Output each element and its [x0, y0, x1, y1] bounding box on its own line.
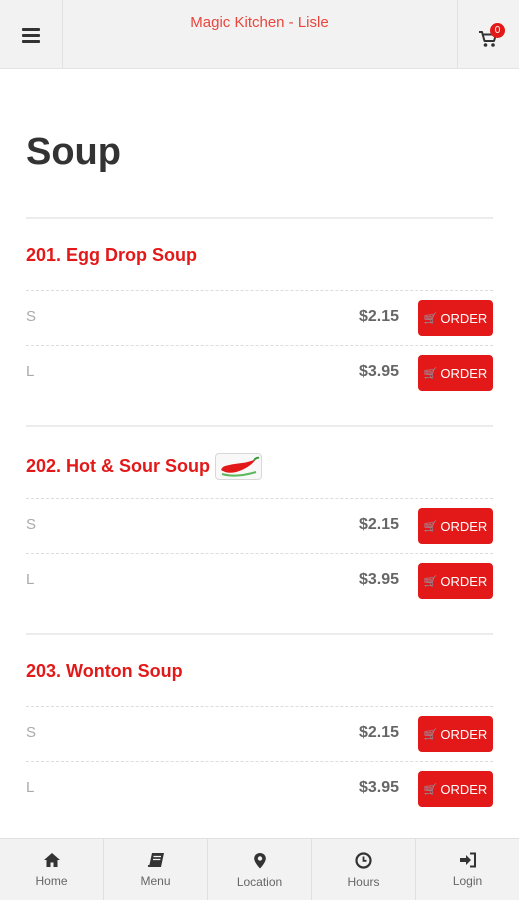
cart-plus-icon: 🛒 [423, 312, 438, 325]
clock-icon [355, 852, 372, 869]
cart-count-badge: 0 [490, 23, 505, 38]
price-row: L $3.95 🛒 ORDER [26, 553, 493, 608]
cart-plus-icon: 🛒 [423, 728, 438, 741]
price-value: $2.15 [358, 516, 399, 533]
app-title: Magic Kitchen - Lisle [190, 14, 329, 31]
size-label: S [26, 724, 37, 741]
price-row: S $2.15 🛒 ORDER [26, 290, 493, 345]
size-label: S [26, 516, 37, 533]
size-label: L [26, 571, 35, 588]
order-button[interactable]: 🛒 ORDER [418, 355, 493, 391]
tab-login[interactable]: Login [416, 839, 519, 900]
order-button[interactable]: 🛒 ORDER [418, 716, 493, 752]
home-icon [43, 853, 60, 867]
tab-label: Login [452, 874, 483, 888]
tab-label: Hours [347, 875, 380, 889]
item-title: 203. Wonton Soup [26, 661, 183, 682]
cart-plus-icon: 🛒 [423, 783, 438, 796]
price-value: $3.95 [358, 363, 399, 380]
cart-plus-icon: 🛒 [423, 520, 438, 533]
page-title: Soup [26, 131, 121, 173]
book-icon [147, 853, 164, 868]
price-value: $2.15 [358, 724, 399, 741]
tab-label: Location [236, 875, 283, 889]
top-bar: Magic Kitchen - Lisle 0 [0, 0, 519, 69]
tab-menu[interactable]: Menu [104, 839, 208, 900]
divider [26, 425, 493, 427]
order-button[interactable]: 🛒 ORDER [418, 771, 493, 807]
item-title: 201. Egg Drop Soup [26, 245, 197, 266]
item-name: 202. Hot & Sour Soup [26, 456, 211, 476]
divider [26, 217, 493, 219]
cart-button[interactable]: 0 [457, 0, 519, 69]
map-marker-icon [253, 853, 266, 869]
tab-label: Home [35, 874, 68, 888]
menu-button[interactable] [0, 0, 63, 69]
hamburger-icon [22, 27, 40, 43]
tab-hours[interactable]: Hours [312, 839, 416, 900]
order-button[interactable]: 🛒 ORDER [418, 563, 493, 599]
size-label: L [26, 363, 35, 380]
divider [26, 633, 493, 635]
item-title: 202. Hot & Sour Soup [26, 453, 263, 480]
item-name: 203. Wonton Soup [26, 661, 183, 681]
tab-location[interactable]: Location [208, 839, 312, 900]
price-value: $3.95 [358, 571, 399, 588]
spicy-icon [215, 453, 263, 480]
price-row: L $3.95 🛒 ORDER [26, 345, 493, 400]
price-value: $2.15 [358, 308, 399, 325]
tab-label: Menu [140, 874, 171, 888]
bottom-tab-bar: Home Menu Location Hours Login [0, 838, 519, 900]
cart-plus-icon: 🛒 [423, 367, 438, 380]
price-row: S $2.15 🛒 ORDER [26, 706, 493, 761]
cart-plus-icon: 🛒 [423, 575, 438, 588]
price-row: S $2.15 🛒 ORDER [26, 498, 493, 553]
order-button[interactable]: 🛒 ORDER [418, 300, 493, 336]
price-value: $3.95 [358, 779, 399, 796]
size-label: S [26, 308, 37, 325]
tab-home[interactable]: Home [0, 839, 104, 900]
item-name: 201. Egg Drop Soup [26, 245, 198, 265]
order-button[interactable]: 🛒 ORDER [418, 508, 493, 544]
size-label: L [26, 779, 35, 796]
price-row: L $3.95 🛒 ORDER [26, 761, 493, 816]
sign-in-icon [459, 852, 476, 868]
